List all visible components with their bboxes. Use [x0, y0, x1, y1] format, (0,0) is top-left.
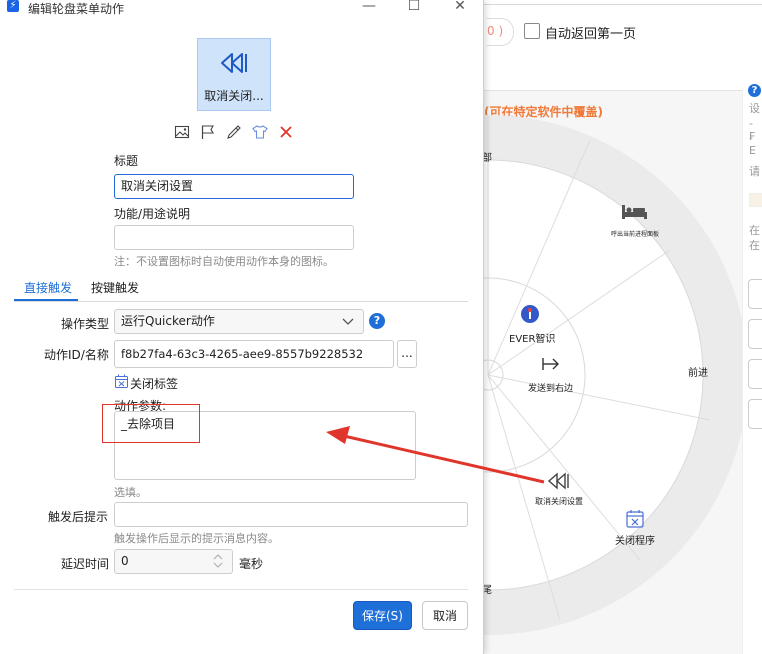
- after-hint-input[interactable]: [114, 502, 468, 527]
- chevron-down-icon: [342, 318, 354, 325]
- right-panel-box-4[interactable]: [748, 399, 762, 429]
- op-type-label: 操作类型: [61, 317, 110, 331]
- tab-divider: [14, 301, 468, 302]
- wheel-label-close-program: 关闭程序: [615, 534, 655, 547]
- after-hint-note: 触发操作后显示的提示消息内容。: [114, 532, 279, 545]
- wheel-label-send-right: 发送到右边: [528, 382, 573, 394]
- wheel-label-process-panel: 呼出当前进程面板: [611, 230, 659, 238]
- description-label: 功能/用途说明: [114, 207, 191, 221]
- action-id-label: 动作ID/名称: [44, 348, 109, 362]
- action-name-link[interactable]: 关闭标签: [130, 375, 178, 392]
- eyedropper-icon[interactable]: [226, 124, 242, 140]
- right-panel-box-2[interactable]: [748, 319, 762, 349]
- close-button[interactable]: ✕: [446, 0, 474, 15]
- annotation-arrow: [326, 426, 545, 484]
- right-panel-text-6: 在: [749, 239, 760, 252]
- wheel-label-ever: EVER智识: [509, 332, 555, 345]
- after-hint-label: 触发后提示: [48, 510, 109, 524]
- right-panel-text-5: 在: [749, 224, 760, 237]
- right-panel-box-3[interactable]: [748, 359, 762, 389]
- pin-icon: [521, 305, 539, 323]
- preview-label: 取消关闭...: [204, 89, 264, 103]
- flag-icon[interactable]: [200, 124, 216, 140]
- right-panel-text-1: 设: [749, 102, 760, 115]
- description-input[interactable]: [114, 225, 354, 250]
- count-text: 0 ): [487, 24, 504, 38]
- tab-key-trigger[interactable]: 按键触发: [91, 279, 139, 296]
- auto-return-checkbox[interactable]: [524, 23, 540, 39]
- rewind-icon: [221, 53, 247, 73]
- delay-unit: 毫秒: [239, 557, 264, 571]
- window-title: 编辑轮盘菜单动作: [28, 2, 125, 16]
- help-icon[interactable]: ?: [369, 313, 385, 329]
- op-type-select[interactable]: 运行Quicker动作: [114, 309, 364, 334]
- background-toolbar: [483, 0, 762, 91]
- browse-button[interactable]: ...: [397, 340, 417, 368]
- icon-preview-tile[interactable]: 取消关闭...: [197, 38, 271, 111]
- shirt-icon[interactable]: [252, 124, 268, 140]
- right-panel-text-4: 请: [749, 165, 760, 178]
- quicker-app-icon: ⚡: [7, 0, 19, 12]
- help-icon[interactable]: ?: [748, 84, 761, 97]
- save-button[interactable]: 保存(S): [353, 601, 412, 630]
- wheel-label-forward: 前进: [688, 366, 708, 379]
- action-id-input[interactable]: f8b27fa4-63c3-4265-aee9-8557b9228532: [114, 340, 394, 368]
- footer-divider: [14, 589, 468, 590]
- right-panel-swatch: [749, 193, 762, 207]
- right-panel-text-3: - E: [749, 131, 756, 157]
- title-input[interactable]: 取消关闭设置: [114, 174, 354, 199]
- background-divider: [480, 4, 762, 5]
- icon-note: 注：不设置图标时自动使用动作本身的图标。: [114, 255, 334, 268]
- params-hint: 选填。: [114, 486, 147, 499]
- delay-label: 延迟时间: [61, 557, 110, 571]
- tab-direct-trigger[interactable]: 直接触发: [24, 279, 72, 296]
- wheel-label-cancel-close: 取消关闭设置: [535, 496, 583, 506]
- cancel-button[interactable]: 取消: [422, 601, 468, 630]
- spinner-icon[interactable]: [212, 553, 224, 569]
- auto-return-label: 自动返回第一页: [545, 27, 637, 42]
- maximize-button[interactable]: ☐: [400, 0, 428, 15]
- title-label: 标题: [114, 154, 139, 168]
- right-panel-box-1[interactable]: [748, 279, 762, 309]
- calendar-x-icon: [115, 374, 128, 388]
- image-icon[interactable]: [174, 124, 190, 140]
- minimize-button[interactable]: —: [355, 0, 383, 15]
- delete-x-icon[interactable]: [278, 124, 294, 140]
- annotation-highlight-box: [102, 404, 200, 443]
